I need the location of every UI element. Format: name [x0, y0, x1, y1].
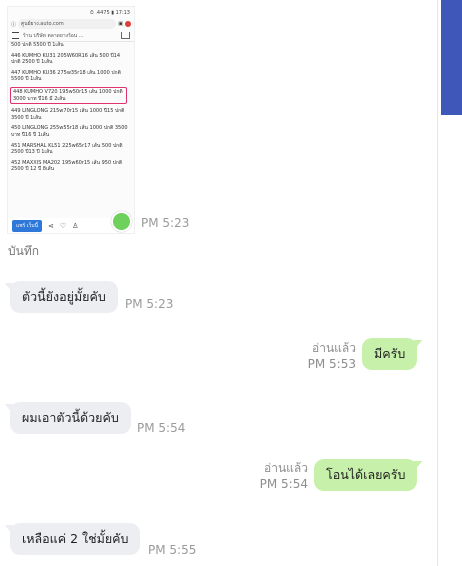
- read-receipt: อ่านแล้ว PM 5:53: [300, 340, 356, 372]
- tire-list: 500 ปกติ 5500 ปี 1เส้น 446 KUMHO KU31 20…: [8, 42, 134, 173]
- phone-url: ศูนย์ยาง.auto.com: [18, 19, 117, 29]
- cart-icon: [121, 32, 130, 39]
- scrollbar-thumb[interactable]: [441, 0, 462, 115]
- close-icon: [125, 21, 131, 27]
- menu-icon: [12, 32, 19, 39]
- tabs-icon: ▣: [118, 21, 123, 27]
- chat-bubble-icon: [111, 211, 132, 232]
- user-icon: ♙: [72, 221, 79, 230]
- phone-status-bar: ⏱ .4475 ▮ 17:13: [89, 9, 130, 16]
- read-receipt: อ่านแล้ว PM 5:54: [252, 460, 308, 492]
- read-status: อ่านแล้ว: [264, 461, 308, 475]
- message-time: PM 5:23: [141, 216, 190, 230]
- list-item: 452 MAXXIS MA202 195w60r15 เส้น 950 ปกติ…: [11, 159, 123, 173]
- heart-icon: ♡: [59, 221, 67, 230]
- note-label[interactable]: บันทึก: [8, 242, 39, 261]
- read-status: อ่านแล้ว: [312, 341, 356, 355]
- incoming-message[interactable]: ตัวนี้ยังอยู่มั้ยคับ: [10, 281, 118, 313]
- info-icon: ⓘ: [11, 21, 17, 28]
- chat-area: ⏱ .4475 ▮ 17:13 ⓘ ศูนย์ยาง.auto.com ▣ ร้…: [0, 0, 437, 566]
- highlighted-list-item: 448 KUMHO V720 195w50r15 เส้น 1000 ปกติ …: [10, 86, 127, 105]
- list-item: 500 ปกติ 5500 ปี 1เส้น: [11, 42, 64, 48]
- phone-url-bar: ⓘ ศูนย์ยาง.auto.com ▣: [11, 18, 131, 30]
- list-item: 449 LINGLONG 215w70r15 เส้น 1000 ปี15 ปก…: [11, 108, 125, 121]
- outgoing-message[interactable]: โอนได้เลยครับ: [314, 459, 418, 491]
- list-item: 451 MARSHAL KL51 225w65r17 เส้น 500 ปกติ…: [11, 142, 123, 156]
- message-time: PM 5:54: [259, 477, 308, 491]
- incoming-message[interactable]: ผมเอาตัวนี้ด้วยคับ: [10, 402, 131, 434]
- list-item: 447 KUMHO KU36 275w35r18 เส้น 1000 ปกติ …: [11, 69, 121, 83]
- share-icon: ⋖: [48, 221, 54, 230]
- shared-image[interactable]: ⏱ .4475 ▮ 17:13 ⓘ ศูนย์ยาง.auto.com ▣ ร้…: [7, 6, 135, 234]
- message-time: PM 5:23: [125, 297, 174, 311]
- list-item: 450 LINGLONG 255w55r18 เส้น 1000 ปกติ 35…: [11, 125, 128, 138]
- incoming-message[interactable]: เหลือแค่ 2 ใช่มั้ยคับ: [10, 523, 141, 555]
- share-page-button: แชร์ เว็บนี้: [12, 219, 42, 232]
- message-time: PM 5:54: [137, 421, 186, 435]
- outgoing-message[interactable]: มีครับ: [362, 338, 418, 370]
- message-time: PM 5:55: [148, 543, 197, 557]
- list-item: 446 KUMHO KU31 205W60R16 เส้น 500 ปี14 ป…: [11, 52, 121, 66]
- phone-nav-title: ร้าน บริษัท ตลาดยางร้อน ...: [23, 32, 84, 39]
- message-time: PM 5:53: [307, 357, 356, 371]
- phone-nav-bar: ร้าน บริษัท ตลาดยางร้อน ...: [8, 30, 134, 42]
